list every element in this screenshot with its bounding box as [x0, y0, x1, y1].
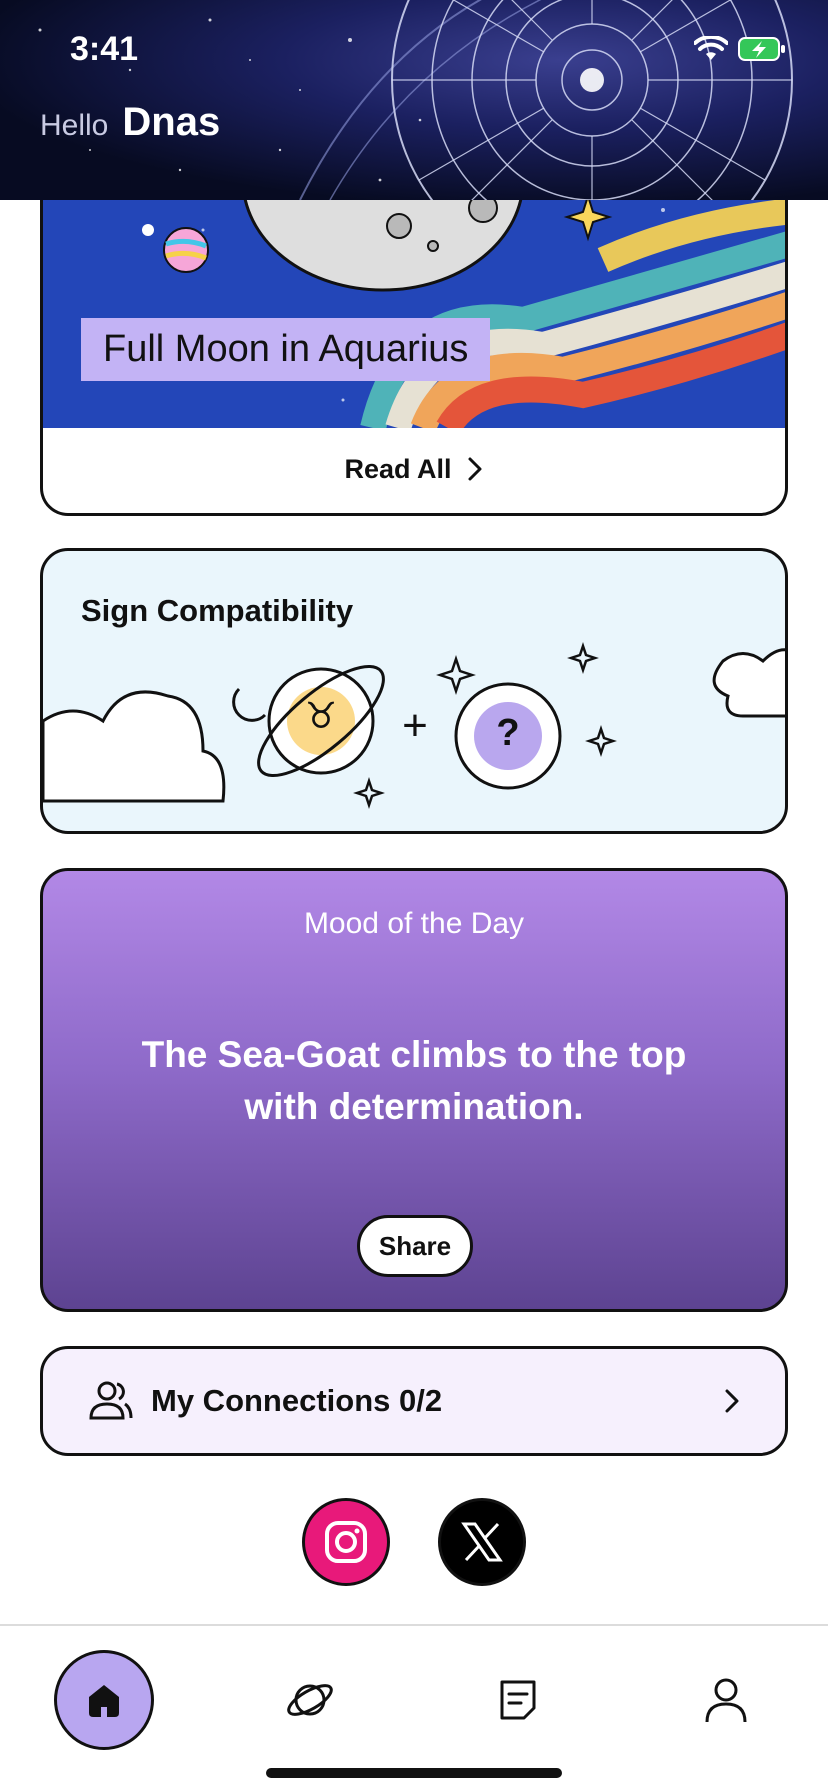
status-time: 3:41	[70, 30, 139, 68]
instagram-button[interactable]	[302, 1498, 390, 1586]
my-connections-row[interactable]: My Connections 0/2	[40, 1346, 788, 1456]
mood-label: Mood of the Day	[303, 907, 525, 940]
tab-home[interactable]	[54, 1650, 154, 1750]
app-header: 3:41 Hello Dnas	[0, 0, 828, 200]
x-button[interactable]	[438, 1498, 526, 1586]
x-icon	[461, 1522, 503, 1562]
sign-compatibility-title: Sign Compatibility	[81, 593, 354, 628]
read-all-label: Read All	[344, 453, 452, 484]
tab-explore[interactable]	[260, 1650, 360, 1750]
my-connections-label: My Connections 0/2	[151, 1383, 443, 1418]
read-all-button[interactable]: Read All	[43, 428, 785, 510]
chevron-right-icon	[725, 1389, 739, 1413]
plus-symbol: +	[402, 701, 428, 750]
battery-charging-icon	[738, 37, 785, 61]
news-title: Full Moon in Aquarius	[81, 318, 491, 381]
wifi-icon	[694, 36, 728, 60]
taurus-symbol: ♉	[304, 696, 338, 737]
mood-of-the-day-card: Mood of the Day The Sea-Goat climbs to t…	[40, 868, 788, 1312]
sign-compatibility-card[interactable]: Sign Compatibility ♉ + ?	[40, 548, 788, 834]
planet-icon	[287, 1684, 333, 1716]
full-moon-card[interactable]: Full Moon in Aquarius Read All	[40, 150, 788, 516]
share-button[interactable]: Share	[357, 1215, 473, 1277]
people-icon	[89, 1381, 133, 1420]
bottom-tab-bar	[0, 1624, 828, 1792]
tab-notes[interactable]	[468, 1650, 568, 1750]
greeting-hello: Hello	[40, 109, 109, 142]
unknown-sign-symbol: ?	[496, 712, 520, 754]
profile-icon	[705, 1678, 747, 1723]
user-name: Dnas	[122, 100, 221, 144]
mood-text: The Sea-Goat climbs to the top with dete…	[141, 1034, 687, 1127]
greeting: Hello Dnas	[40, 100, 220, 145]
home-indicator	[266, 1768, 562, 1778]
status-icons	[694, 36, 786, 62]
chevron-right-icon	[468, 457, 482, 481]
instagram-icon	[325, 1521, 367, 1563]
home-icon	[89, 1685, 119, 1717]
notes-icon	[500, 1680, 536, 1720]
tab-profile[interactable]	[676, 1650, 776, 1750]
